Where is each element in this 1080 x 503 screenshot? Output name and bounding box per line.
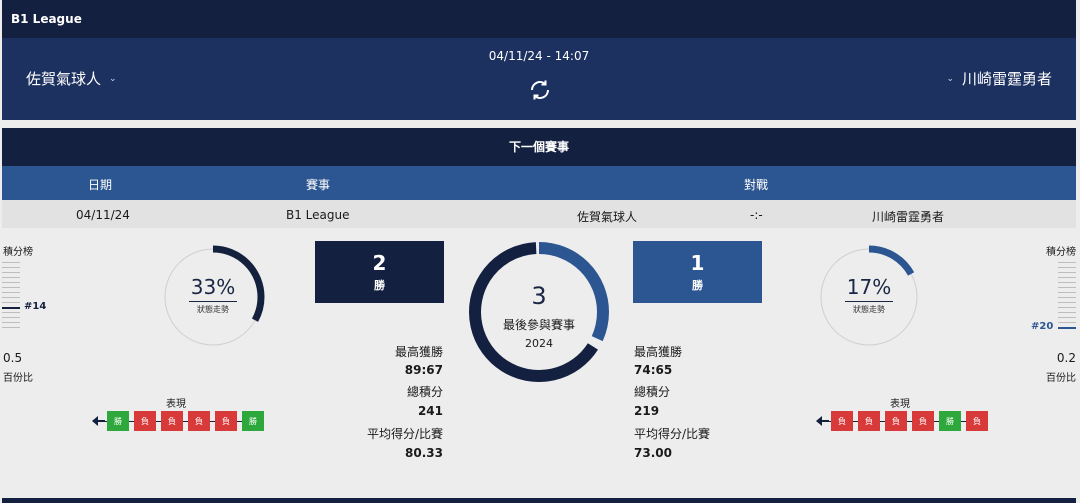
- home-avg-label: 平均得分/比賽: [366, 427, 443, 441]
- chevron-down-icon: ⌄: [109, 73, 117, 84]
- away-rank-marker: [1058, 327, 1076, 329]
- match-home-team: 佐賀氣球人: [577, 210, 638, 224]
- away-max-win-label: 最高獲勝: [634, 345, 683, 359]
- result-loss-badge: 負: [912, 411, 934, 431]
- result-win-badge: 勝: [242, 411, 264, 431]
- away-wins-label: 勝: [692, 279, 703, 292]
- away-rank: #20: [1031, 321, 1054, 332]
- home-wins-box: 2 勝: [315, 241, 444, 303]
- away-max-win: 74:65: [634, 363, 673, 377]
- home-standings-ladder: [2, 262, 20, 332]
- result-loss-badge: 負: [831, 411, 853, 431]
- home-avg: 80.33: [405, 446, 443, 460]
- away-wins-count: 1: [690, 251, 705, 275]
- away-avg: 73.00: [634, 446, 672, 460]
- result-loss-badge: 負: [966, 411, 988, 431]
- result-loss-badge: 負: [858, 411, 880, 431]
- arrow-left-icon: [816, 410, 829, 432]
- away-total-label: 總積分: [634, 385, 671, 399]
- away-standings-ladder: [1058, 262, 1076, 332]
- away-form-readout: 17% 狀態走勢: [837, 275, 901, 315]
- home-form-label: 狀態走勢: [197, 305, 229, 314]
- away-ratio-label: 百份比: [1046, 373, 1076, 384]
- away-performance-strip: 負負負負勝負: [816, 410, 988, 432]
- home-ratio-label: 百份比: [3, 373, 33, 384]
- next-match-row[interactable]: 04/11/24 B1 League 佐賀氣球人 -:- 川崎雷霆勇者: [2, 200, 1076, 228]
- result-loss-badge: 負: [134, 411, 156, 431]
- match-datetime: 04/11/24 - 14:07: [488, 49, 590, 63]
- home-total: 241: [417, 404, 443, 418]
- chevron-down-icon: ⌄: [946, 73, 954, 84]
- home-standings-label: 積分榜: [3, 247, 33, 258]
- home-wins-label: 勝: [374, 279, 385, 292]
- away-total: 219: [634, 404, 660, 418]
- result-loss-badge: 負: [885, 411, 907, 431]
- bottom-border: [2, 498, 1076, 503]
- away-team-selector[interactable]: ⌄ 川崎雷霆勇者: [946, 68, 1052, 89]
- arrow-left-icon: [92, 410, 105, 432]
- away-form-percent: 17%: [846, 275, 892, 299]
- home-max-win: 89:67: [404, 363, 443, 377]
- away-perf-label: 表現: [890, 399, 910, 410]
- home-team-selector[interactable]: 佐賀氣球人 ⌄: [26, 68, 117, 89]
- home-max-win-label: 最高獲勝: [394, 345, 443, 359]
- league-title: B1 League: [2, 0, 1076, 38]
- column-date: 日期: [88, 178, 113, 192]
- result-loss-badge: 負: [215, 411, 237, 431]
- match-event: B1 League: [286, 208, 350, 222]
- away-standings-label: 積分榜: [1046, 247, 1076, 258]
- column-matchup: 對戰: [744, 178, 769, 192]
- away-wins-box: 1 勝: [633, 241, 762, 303]
- result-win-badge: 勝: [939, 411, 961, 431]
- column-event: 賽事: [306, 178, 331, 192]
- match-away-team: 川崎雷霆勇者: [872, 210, 945, 224]
- next-match-column-headers: 日期 賽事 對戰: [2, 166, 1076, 200]
- result-loss-badge: 負: [161, 411, 183, 431]
- match-header: 佐賀氣球人 ⌄ 04/11/24 - 14:07 ⌄ 川崎雷霆勇者: [2, 38, 1076, 120]
- last-matches-count: 3: [531, 282, 547, 310]
- home-form-readout: 33% 狀態走勢: [181, 275, 245, 315]
- result-win-badge: 勝: [107, 411, 129, 431]
- away-avg-label: 平均得分/比賽: [634, 427, 711, 441]
- home-form-percent: 33%: [190, 275, 236, 299]
- home-ratio: 0.5: [3, 351, 23, 365]
- match-date: 04/11/24: [76, 208, 130, 222]
- away-team-name: 川崎雷霆勇者: [961, 70, 1052, 88]
- last-matches-year: 2024: [525, 337, 553, 350]
- refresh-icon[interactable]: [528, 78, 552, 102]
- home-perf-label: 表現: [166, 399, 186, 410]
- next-match-title: 下一個賽事: [2, 128, 1076, 166]
- home-rank: #14: [24, 301, 47, 312]
- last-matches-label: 最後參與賽事: [502, 318, 575, 332]
- match-score: -:-: [750, 208, 763, 222]
- last-matches-readout: 3 最後參與賽事 2024: [488, 282, 590, 350]
- home-team-name: 佐賀氣球人: [26, 70, 102, 88]
- home-wins-count: 2: [372, 251, 387, 275]
- away-ratio: 0.2: [1056, 351, 1076, 365]
- result-loss-badge: 負: [188, 411, 210, 431]
- away-form-label: 狀態走勢: [853, 305, 885, 314]
- home-performance-strip: 勝負負負負勝: [92, 410, 264, 432]
- home-rank-marker: [2, 307, 20, 309]
- home-total-label: 總積分: [406, 385, 443, 399]
